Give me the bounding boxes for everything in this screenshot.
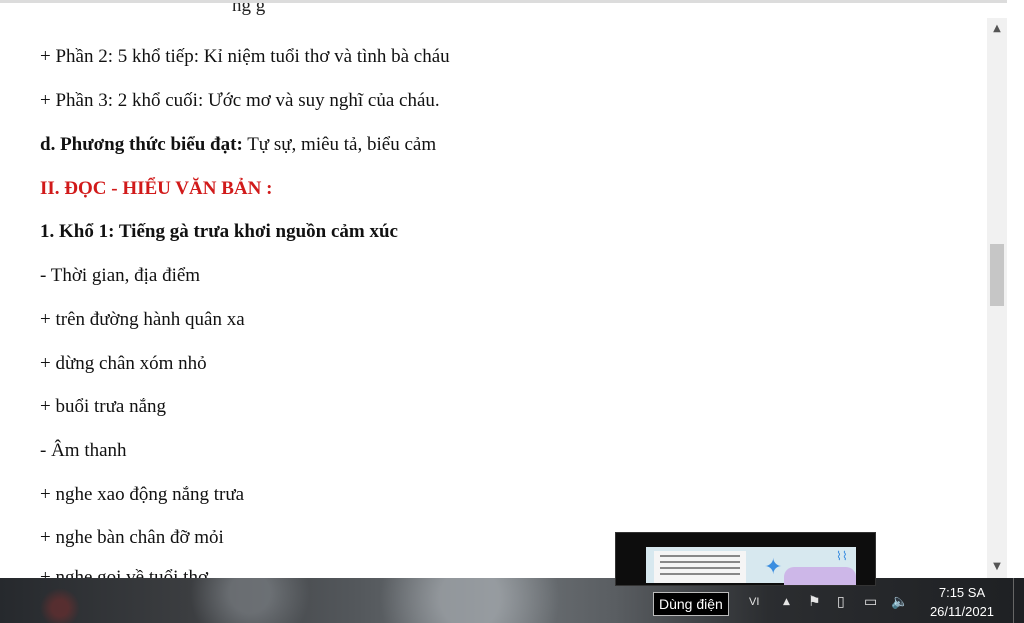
taskbar-wallpaper (0, 578, 650, 623)
zigzag-icon: ⌇⌇ (836, 549, 848, 563)
action-center-flag-icon[interactable]: ⚑ (808, 592, 821, 612)
power-plug-icon[interactable]: ▯ (837, 592, 845, 612)
scroll-thumb[interactable] (990, 244, 1004, 306)
window-right-gutter (1007, 0, 1024, 578)
language-indicator[interactable]: VI (749, 592, 759, 612)
expression-mode-label: d. Phương thức biểu đạt: (40, 134, 243, 155)
network-icon[interactable]: ▭ (864, 592, 877, 612)
vertical-scrollbar[interactable]: ▲ ▼ (987, 18, 1007, 578)
section-heading: II. ĐỌC - HIỂU VĂN BẢN : (40, 178, 273, 199)
show-desktop-button[interactable] (1013, 578, 1024, 623)
doc-line-sound: - Âm thanh (40, 440, 127, 461)
preview-document-icon (654, 551, 746, 583)
down-arrow-icon[interactable]: ▼ (987, 558, 1007, 576)
preview-shape (784, 567, 856, 585)
doc-line-march: + trên đường hành quân xa (40, 309, 245, 330)
doc-line-noon: + buổi trưa nắng (40, 396, 167, 417)
preview-content: ✦ ⌇⌇ (646, 547, 856, 585)
power-tooltip: Dùng điện (653, 592, 729, 616)
doc-line-expression-mode: d. Phương thức biểu đạt: Tự sự, miêu tả,… (40, 134, 436, 156)
doc-line-part2: + Phần 2: 5 khổ tiếp: Kỉ niệm tuổi thơ v… (40, 46, 450, 67)
doc-line-part3: + Phần 3: 2 khổ cuối: Ước mơ và suy nghĩ… (40, 90, 440, 111)
doc-line-village: + dừng chân xóm nhỏ (40, 353, 207, 374)
doc-line-noon-stir: + nghe xao động nắng trưa (40, 484, 245, 505)
subsection-heading: 1. Khổ 1: Tiếng gà trưa khơi nguồn cảm x… (40, 221, 398, 243)
subsection-title: 1. Khổ 1: Tiếng gà trưa khơi nguồn cảm x… (40, 221, 398, 242)
clock-date: 26/11/2021 (929, 604, 995, 619)
system-clock[interactable]: 7:15 SA 26/11/2021 (922, 583, 1002, 621)
doc-line-tired-feet: + nghe bàn chân đỡ mỏi (40, 527, 224, 548)
show-hidden-icons-icon[interactable]: ▲ (783, 592, 790, 612)
expression-mode-value: Tự sự, miêu tả, biểu cảm (242, 134, 437, 155)
volume-icon[interactable]: 🔈 (891, 592, 908, 612)
clock-time: 7:15 SA (938, 585, 986, 600)
doc-line-childhood: + nghe gọi về tuổi thơ (40, 567, 208, 578)
taskbar-window-preview[interactable]: ✦ ⌇⌇ (615, 532, 876, 586)
doc-line-time-place: - Thời gian, địa điểm (40, 265, 201, 286)
star-icon: ✦ (764, 555, 783, 580)
document-viewer[interactable]: ng g + Phần 2: 5 khổ tiếp: Kỉ niệm tuổi … (0, 3, 987, 578)
up-arrow-icon[interactable]: ▲ (987, 20, 1007, 38)
cut-off-line: ng g (232, 3, 266, 16)
